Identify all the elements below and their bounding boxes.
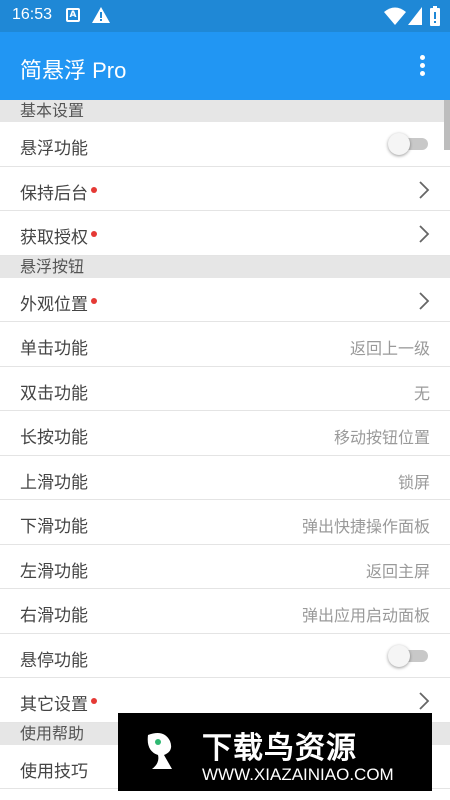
setting-double-click[interactable]: 双击功能 无 — [0, 366, 450, 411]
setting-label: 左滑功能 — [20, 561, 88, 582]
watermark-overlay: 下载鸟资源 WWW.XIAZAINIAO.COM — [118, 713, 432, 791]
setting-label: 长按功能 — [20, 428, 88, 448]
setting-label: 使用技巧 — [20, 761, 88, 782]
setting-label: 双击功能 — [20, 383, 88, 404]
battery-icon — [430, 6, 440, 26]
setting-label: 单击功能 — [20, 339, 88, 359]
setting-label: 右滑功能 — [20, 606, 88, 626]
setting-label: 悬停功能 — [20, 650, 88, 671]
setting-appearance[interactable]: 外观位置 — [0, 277, 450, 322]
warning-icon — [92, 7, 110, 23]
new-dot-icon — [91, 297, 97, 304]
status-time: 16:53 — [12, 6, 53, 23]
setting-label: 其它设置 — [20, 690, 97, 715]
new-dot-icon — [91, 698, 97, 704]
setting-float-function[interactable]: 悬浮功能 — [0, 122, 450, 167]
watermark-url: WWW.XIAZAINIAO.COM — [202, 765, 394, 784]
setting-label: 外观位置 — [20, 290, 97, 315]
setting-swipe-down[interactable]: 下滑功能 弹出快捷操作面板 — [0, 500, 450, 545]
float-function-toggle[interactable] — [388, 133, 428, 155]
setting-value: 返回上一级 — [349, 339, 430, 358]
setting-swipe-left[interactable]: 左滑功能 返回主屏 — [0, 544, 450, 589]
chevron-right-icon — [419, 692, 430, 710]
setting-value: 移动按钮位置 — [333, 428, 430, 447]
setting-swipe-right[interactable]: 右滑功能 弹出应用启动面板 — [0, 589, 450, 634]
setting-label: 下滑功能 — [20, 517, 88, 537]
setting-label: 保持后台 — [20, 179, 97, 204]
new-dot-icon — [91, 186, 97, 193]
chevron-right-icon — [419, 180, 430, 199]
section-header-button: 悬浮按钮 — [0, 255, 450, 278]
bird-logo-icon — [134, 725, 188, 779]
a-icon: A — [66, 8, 80, 22]
setting-keep-background[interactable]: 保持后台 — [0, 166, 450, 211]
chevron-right-icon — [419, 291, 430, 310]
signal-icon — [408, 7, 422, 25]
scrollbar[interactable] — [444, 100, 450, 150]
app-bar: 简悬浮 Pro — [0, 32, 450, 100]
setting-hover[interactable]: 悬停功能 — [0, 633, 450, 678]
chevron-right-icon — [419, 225, 430, 243]
setting-get-permission[interactable]: 获取授权 — [0, 211, 450, 256]
new-dot-icon — [91, 231, 97, 237]
wifi-icon — [384, 7, 406, 25]
app-title: 简悬浮 Pro — [20, 58, 127, 83]
setting-value: 弹出应用启动面板 — [301, 606, 430, 625]
setting-value: 弹出快捷操作面板 — [301, 517, 430, 536]
setting-label: 获取授权 — [20, 223, 97, 248]
setting-long-press[interactable]: 长按功能 移动按钮位置 — [0, 411, 450, 456]
watermark-name: 下载鸟资源 — [202, 731, 357, 766]
settings-list: 基本设置 悬浮功能 保持后台 获取授权 悬浮按钮 外观位置 单击功能 返回上一级… — [0, 100, 450, 800]
setting-single-click[interactable]: 单击功能 返回上一级 — [0, 322, 450, 367]
setting-value: 返回主屏 — [365, 561, 430, 581]
section-header-basic: 基本设置 — [0, 100, 450, 122]
setting-swipe-up[interactable]: 上滑功能 锁屏 — [0, 455, 450, 500]
status-bar: 16:53 A — [0, 0, 450, 32]
setting-label: 上滑功能 — [20, 472, 88, 493]
setting-value: 无 — [413, 383, 430, 403]
more-vert-icon[interactable] — [412, 52, 432, 80]
hover-toggle[interactable] — [388, 644, 428, 667]
setting-label: 悬浮功能 — [20, 139, 88, 159]
setting-value: 锁屏 — [397, 472, 430, 492]
